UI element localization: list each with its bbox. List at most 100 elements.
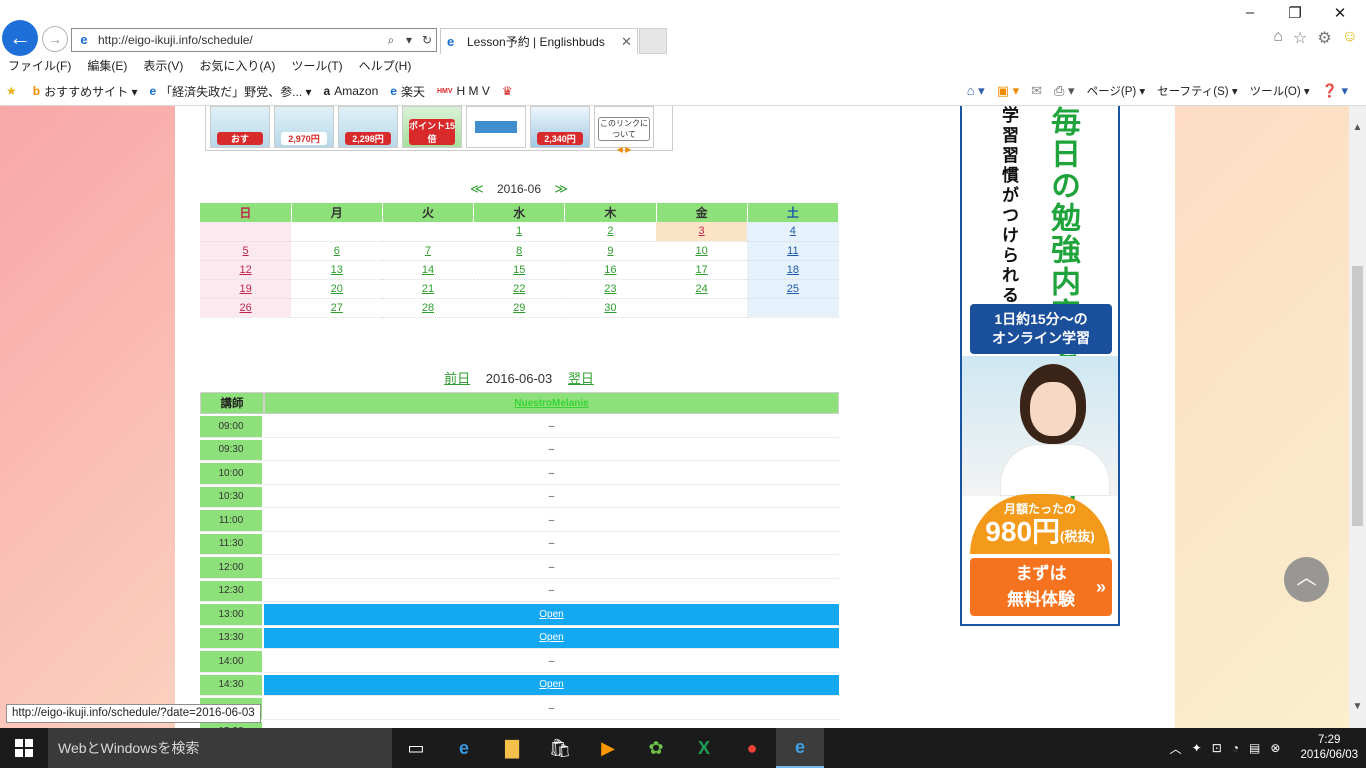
home-icon[interactable]: ⌂: [1273, 28, 1283, 48]
store-icon[interactable]: 🛍: [536, 728, 584, 768]
tools-menu[interactable]: ツール(O) ▾: [1250, 83, 1310, 99]
calendar-day-link[interactable]: 9: [607, 245, 613, 257]
menu-help[interactable]: ヘルプ(H): [359, 56, 412, 76]
calendar-day-cell[interactable]: 12: [200, 260, 292, 280]
calendar-day-link[interactable]: 25: [787, 283, 799, 295]
back-button[interactable]: ←: [2, 20, 38, 56]
menu-file[interactable]: ファイル(F): [8, 56, 71, 76]
calendar-day-link[interactable]: 15: [513, 264, 525, 276]
calendar-day-link[interactable]: 3: [699, 225, 705, 237]
calendar-day-link[interactable]: 26: [239, 302, 251, 314]
refresh-icon[interactable]: ↻: [418, 33, 436, 47]
new-tab-button[interactable]: [639, 28, 667, 54]
calendar-day-link[interactable]: 1: [516, 225, 522, 237]
wifi-icon[interactable]: ◔: [1232, 741, 1239, 755]
calendar-day-link[interactable]: 10: [695, 245, 707, 257]
dropdown-icon[interactable]: ▾: [400, 33, 418, 47]
vertical-scrollbar[interactable]: ▲ ▼: [1349, 106, 1366, 728]
fav-news[interactable]: e 「経済失政だ」野党、参... ▾: [149, 83, 311, 100]
media-player-icon[interactable]: ▶: [584, 728, 632, 768]
calendar-day-link[interactable]: 28: [422, 302, 434, 314]
calendar-day-link[interactable]: 2: [607, 225, 613, 237]
menu-favorites[interactable]: お気に入り(A): [199, 56, 275, 76]
help-icon[interactable]: ❓ ▾: [1322, 83, 1348, 99]
internet-explorer-icon[interactable]: e: [776, 728, 824, 768]
calendar-day-cell[interactable]: 19: [200, 279, 292, 299]
calendar-day-link[interactable]: 23: [604, 283, 616, 295]
calendar-day-cell[interactable]: 4: [747, 222, 839, 242]
start-button[interactable]: [0, 728, 48, 768]
chrome-icon[interactable]: ●: [728, 728, 776, 768]
taskbar-search-box[interactable]: WebとWindowsを検索: [48, 728, 392, 768]
menu-view[interactable]: 表示(V): [143, 56, 183, 76]
page-menu[interactable]: ページ(P) ▾: [1087, 83, 1146, 99]
calendar-day-cell[interactable]: 27: [291, 298, 383, 318]
calendar-day-link[interactable]: 24: [695, 283, 707, 295]
task-view-icon[interactable]: ▭: [392, 728, 440, 768]
calendar-day-link[interactable]: 13: [331, 264, 343, 276]
app-icon[interactable]: ✿: [632, 728, 680, 768]
book-open-slot-link[interactable]: Open: [539, 679, 563, 690]
calendar-day-link[interactable]: 27: [331, 302, 343, 314]
calendar-day-link[interactable]: 20: [331, 283, 343, 295]
teacher-name-link[interactable]: NuestroMelanie: [514, 398, 588, 409]
calendar-day-cell[interactable]: 3: [656, 222, 748, 242]
ad-banner[interactable]: 2,970円: [274, 106, 334, 148]
scroll-to-top-button[interactable]: ︿: [1284, 557, 1329, 602]
chevron-up-icon[interactable]: ︿: [1170, 740, 1182, 757]
book-open-slot-link[interactable]: Open: [539, 632, 563, 643]
calendar-day-link[interactable]: 11: [787, 245, 798, 257]
fav-rakuten[interactable]: e 楽天: [390, 83, 425, 100]
excel-icon[interactable]: X: [680, 728, 728, 768]
calendar-day-link[interactable]: 18: [787, 264, 799, 276]
calendar-day-link[interactable]: 19: [239, 283, 251, 295]
edge-icon[interactable]: e: [440, 728, 488, 768]
calendar-day-cell[interactable]: 21: [382, 279, 474, 299]
next-month-link[interactable]: ≫: [554, 181, 568, 196]
action-center-icon[interactable]: ▤: [1249, 741, 1260, 755]
prev-day-link[interactable]: 前日: [444, 371, 470, 386]
calendar-day-cell[interactable]: 17: [656, 260, 748, 280]
file-explorer-icon[interactable]: ▇: [488, 728, 536, 768]
calendar-day-cell[interactable]: 16: [564, 260, 657, 280]
forward-button[interactable]: →: [42, 26, 68, 52]
calendar-day-cell[interactable]: 15: [473, 260, 565, 280]
scroll-up-icon[interactable]: ▲: [1349, 122, 1366, 133]
calendar-day-cell[interactable]: 10: [656, 241, 748, 261]
close-tab-icon[interactable]: ✕: [621, 34, 637, 50]
calendar-day-cell[interactable]: 6: [291, 241, 383, 261]
book-open-slot-link[interactable]: Open: [539, 609, 563, 620]
favorites-star-icon[interactable]: ★: [6, 84, 21, 98]
calendar-day-link[interactable]: 22: [513, 283, 525, 295]
calendar-day-cell[interactable]: 25: [747, 279, 839, 299]
ad-banner[interactable]: 2,340円: [530, 106, 590, 148]
network-icon[interactable]: ⊡: [1212, 741, 1222, 755]
calendar-day-link[interactable]: 6: [334, 245, 340, 257]
calendar-day-link[interactable]: 12: [239, 264, 251, 276]
address-url[interactable]: http://eigo-ikuji.info/schedule/: [98, 33, 382, 47]
calendar-day-cell[interactable]: 5: [200, 241, 292, 261]
mail-icon[interactable]: ✉: [1031, 83, 1042, 99]
calendar-day-link[interactable]: 5: [243, 245, 249, 257]
calendar-day-cell[interactable]: 24: [656, 279, 748, 299]
calendar-day-link[interactable]: 16: [604, 264, 616, 276]
calendar-day-link[interactable]: 21: [422, 283, 434, 295]
calendar-day-cell[interactable]: 14: [382, 260, 474, 280]
side-ad-banner[interactable]: 毎日の勉強内容を自動設定！ 学習習慣がつけられる！ 1日約15分〜の オンライン…: [960, 106, 1120, 626]
tab-lesson-booking[interactable]: e Lesson予約 | Englishbuds ✕: [440, 28, 638, 54]
close-window-icon[interactable]: ✕: [1330, 4, 1350, 22]
ad-banner[interactable]: ポイント15倍: [402, 106, 462, 148]
restore-icon[interactable]: ❐: [1285, 4, 1305, 22]
close-icon[interactable]: ⊗: [1270, 741, 1280, 755]
safety-menu[interactable]: セーフティ(S) ▾: [1157, 83, 1237, 99]
taskbar-clock[interactable]: 7:29 2016/06/03: [1300, 733, 1358, 763]
open-slot[interactable]: Open: [264, 674, 839, 696]
calendar-day-cell[interactable]: 30: [564, 298, 657, 318]
dropbox-icon[interactable]: ✦: [1192, 741, 1202, 755]
prev-month-link[interactable]: ≪: [470, 181, 484, 196]
search-icon[interactable]: ⌕: [382, 33, 400, 48]
calendar-day-cell[interactable]: 7: [382, 241, 474, 261]
calendar-day-cell[interactable]: 2: [564, 222, 657, 242]
fav-hmv[interactable]: HMV H M V: [437, 84, 490, 98]
calendar-day-cell[interactable]: 1: [473, 222, 565, 242]
